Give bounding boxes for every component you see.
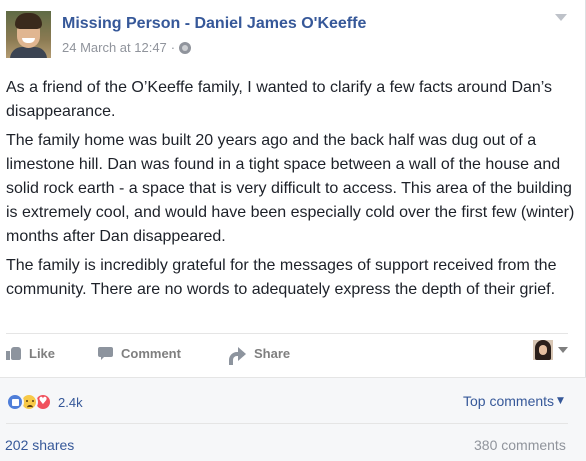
comment-label: Comment (121, 345, 181, 361)
divider (6, 423, 568, 424)
share-label: Share (254, 345, 291, 361)
share-arrow-icon (229, 346, 246, 365)
meta-separator: · (170, 40, 176, 55)
author-avatar[interactable] (6, 11, 51, 58)
thumbs-up-icon (6, 346, 21, 360)
commenting-as-avatar[interactable] (533, 340, 553, 360)
like-button[interactable]: Like (6, 337, 55, 369)
comment-icon (98, 346, 113, 360)
like-label: Like (29, 345, 56, 361)
post-footer: 2.4k Top comments▼ 202 shares 380 commen… (0, 377, 586, 461)
chevron-down-icon[interactable] (558, 347, 568, 353)
divider (6, 333, 568, 334)
reaction-count[interactable]: 2.4k (58, 395, 83, 410)
post-paragraph: The family is incredibly grateful for th… (6, 257, 557, 298)
shares-count-link[interactable]: 202 shares (5, 437, 74, 453)
share-button[interactable]: Share (229, 337, 290, 369)
post-meta: 24 March at 12:47 · (62, 40, 192, 55)
post-body: As a friend of the O’Keeffe family, I wa… (6, 76, 576, 307)
reactions-summary[interactable]: 2.4k (6, 393, 83, 411)
top-comments-label: Top comments (463, 393, 555, 409)
post-card: Missing Person - Daniel James O'Keeffe 2… (0, 0, 586, 461)
comments-count-link[interactable]: 380 comments (474, 437, 566, 453)
post-timestamp[interactable]: 24 March at 12:47 (62, 40, 167, 55)
post-paragraph: As a friend of the O’Keeffe family, I wa… (6, 79, 553, 120)
action-bar: Like Comment Share (0, 337, 586, 369)
like-reaction-icon (6, 393, 24, 411)
post-paragraph: The family home was built 20 years ago a… (6, 132, 575, 245)
author-name-link[interactable]: Missing Person - Daniel James O'Keeffe (62, 15, 366, 33)
globe-icon[interactable] (179, 41, 192, 54)
top-comments-dropdown[interactable]: Top comments ▼ (463, 393, 564, 409)
comment-button[interactable]: Comment (98, 337, 181, 369)
post-options-chevron-icon[interactable] (555, 14, 567, 21)
post-header: Missing Person - Daniel James O'Keeffe 2… (0, 0, 586, 70)
caret-down-icon: ▼ (557, 396, 564, 406)
